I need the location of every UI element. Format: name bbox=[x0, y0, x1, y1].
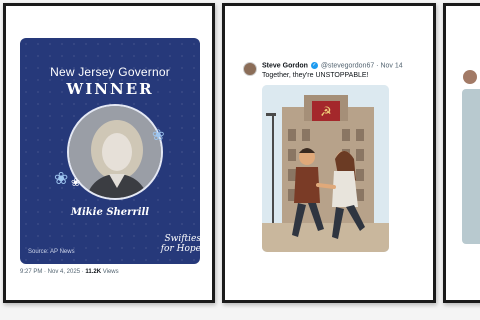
butterfly-icon: ❀ bbox=[152, 127, 165, 144]
svg-text:☭: ☭ bbox=[320, 105, 332, 120]
post-card-governor[interactable]: New Jersey Governor WINNER ❀ ❀ ❀ Mikie S… bbox=[3, 3, 215, 303]
swifties-for-hope-logo: Swifties for Hope bbox=[155, 234, 200, 254]
views-count: 11.2K bbox=[85, 269, 102, 275]
avatar[interactable] bbox=[243, 62, 257, 76]
views-label: Views bbox=[102, 269, 119, 275]
post-meta: 9:27 PM · Nov 4, 2025 · 11.2K Views bbox=[20, 269, 119, 275]
post-card-tweet[interactable]: Steve Gordon ✓ @stevegordon67 · Nov 14 T… bbox=[222, 3, 436, 303]
image-credit: Source: AP News bbox=[28, 249, 75, 255]
butterfly-icon: ❀ bbox=[71, 177, 81, 189]
graphic-winner-label: WINNER bbox=[66, 80, 154, 98]
tweet-header: Steve Gordon ✓ @stevegordon67 · Nov 14 bbox=[262, 62, 403, 69]
verified-badge-icon: ✓ bbox=[310, 62, 318, 69]
winner-name: Mikie Sherrill bbox=[70, 207, 150, 218]
winner-portrait bbox=[67, 104, 163, 200]
logo-line-2: for Hope bbox=[160, 244, 200, 254]
graphic-title: New Jersey Governor bbox=[50, 65, 170, 79]
butterfly-icon: ❀ bbox=[54, 169, 69, 188]
governor-winner-graphic: New Jersey Governor WINNER ❀ ❀ ❀ Mikie S… bbox=[20, 38, 200, 264]
couple-running-illustration: ☭ bbox=[262, 85, 389, 252]
post-timestamp[interactable]: 9:27 PM · Nov 4, 2025 · bbox=[20, 269, 84, 275]
avatar[interactable] bbox=[463, 70, 477, 84]
author-handle-date[interactable]: @stevegordon67 · Nov 14 bbox=[321, 62, 403, 69]
tweet-image[interactable]: ☭ bbox=[262, 85, 389, 252]
tweet-text: Together, they're UNSTOPPABLE! bbox=[262, 72, 369, 79]
portrait-illustration bbox=[69, 106, 161, 198]
author-name[interactable]: Steve Gordon bbox=[262, 62, 308, 69]
tweet-image[interactable] bbox=[462, 89, 480, 244]
logo-line-1: Swifties bbox=[164, 234, 200, 244]
post-card-partial[interactable] bbox=[443, 3, 480, 303]
